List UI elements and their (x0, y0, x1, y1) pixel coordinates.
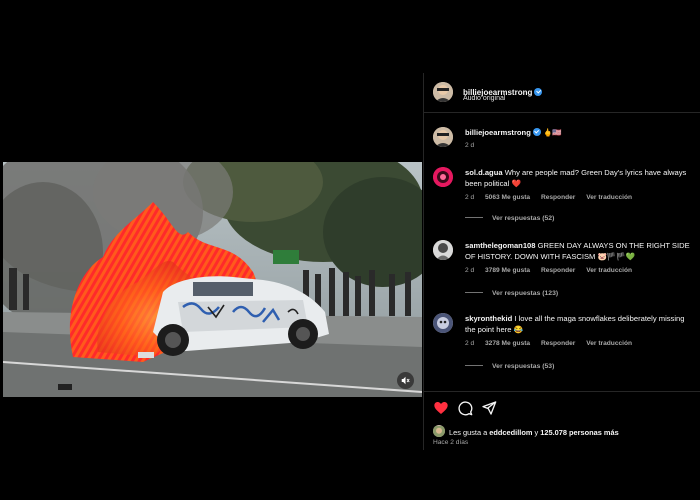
comments-list[interactable]: billiejoearmstrong 🖕🇺🇸 2 d sol.d.agua Wh… (424, 113, 700, 381)
verified-icon (534, 88, 543, 96)
likes-user[interactable]: eddcedillom (489, 428, 532, 437)
avatar[interactable] (433, 82, 453, 102)
video-player[interactable] (3, 162, 422, 397)
post-panel: billiejoearmstrong Audio original billie… (423, 73, 700, 450)
post-date: Hace 2 días (433, 439, 469, 446)
translate-button[interactable]: Ver traducción (586, 340, 632, 347)
comment-likes[interactable]: 3278 Me gusta (485, 340, 530, 347)
avatar[interactable] (433, 127, 453, 147)
translate-button[interactable]: Ver traducción (586, 194, 632, 201)
audio-label[interactable]: Audio original (463, 95, 505, 102)
caption-time: 2 d (465, 142, 475, 149)
comment-time: 2 d (465, 267, 475, 274)
caption-text: 🖕🇺🇸 (542, 128, 562, 137)
reply-button[interactable]: Responder (541, 340, 575, 347)
view-replies-button[interactable]: Ver respuestas (52) (465, 215, 554, 222)
reply-button[interactable]: Responder (541, 267, 575, 274)
verified-icon (532, 128, 541, 136)
comment-time: 2 d (465, 194, 475, 201)
video-frame (3, 162, 422, 397)
comment-username[interactable]: sol.d.agua (465, 168, 503, 177)
translate-button[interactable]: Ver traducción (586, 267, 632, 274)
heart-filled-icon[interactable] (433, 400, 449, 416)
caption-username[interactable]: billiejoearmstrong (465, 128, 531, 137)
avatar[interactable] (433, 240, 453, 260)
view-replies-button[interactable]: Ver respuestas (123) (465, 290, 558, 297)
view-replies-button[interactable]: Ver respuestas (53) (465, 363, 554, 370)
likes-summary[interactable]: Les gusta a eddcedillom y 125.078 person… (449, 428, 619, 437)
likes-joiner: y (534, 428, 539, 437)
likes-prefix: Les gusta a (449, 428, 488, 437)
comment-icon[interactable] (457, 400, 473, 416)
likes-count[interactable]: 125.078 personas más (540, 428, 618, 437)
comment-time: 2 d (465, 340, 475, 347)
mute-button[interactable] (397, 372, 414, 389)
comment-likes[interactable]: 5063 Me gusta (485, 194, 530, 201)
comment-username[interactable]: samthelegoman108 (465, 241, 535, 250)
avatar[interactable] (433, 167, 453, 187)
post-header: billiejoearmstrong Audio original (424, 73, 700, 113)
send-icon[interactable] (481, 400, 497, 416)
comment-likes[interactable]: 3789 Me gusta (485, 267, 530, 274)
comment-username[interactable]: skyronthekid (465, 314, 512, 323)
post-actions: Les gusta a eddcedillom y 125.078 person… (424, 391, 700, 451)
speaker-muted-icon (401, 376, 410, 385)
avatar[interactable] (433, 425, 445, 437)
reply-button[interactable]: Responder (541, 194, 575, 201)
avatar[interactable] (433, 313, 453, 333)
